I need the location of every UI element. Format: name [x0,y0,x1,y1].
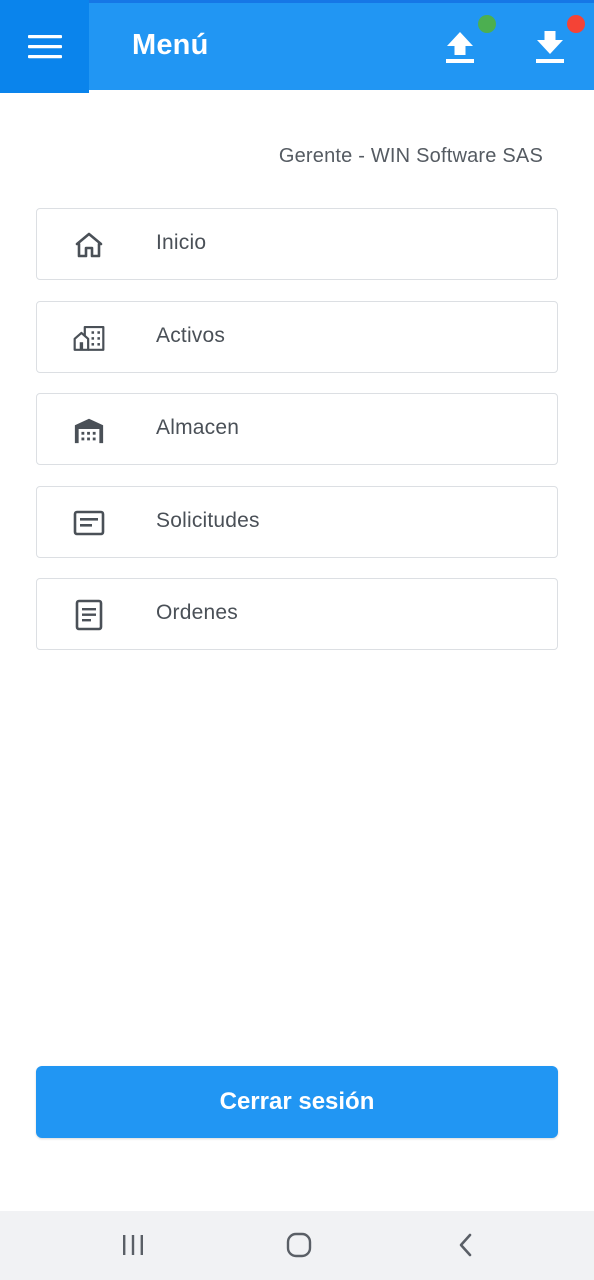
page-title: Menú [132,29,209,61]
upload-status-indicator [478,15,496,33]
menu-button[interactable] [0,0,89,93]
upload-button[interactable] [434,21,486,73]
warehouse-icon [73,414,105,446]
message-icon [73,507,105,539]
logout-button[interactable]: Cerrar sesión [36,1066,558,1138]
home-icon [73,229,105,261]
recents-button[interactable] [111,1225,155,1265]
system-nav-bar [0,1211,594,1280]
menu-item-label: Activos [156,323,226,347]
menu-item-label: Solicitudes [156,508,260,532]
home-circle-icon [286,1232,312,1258]
menu-item-label: Inicio [156,231,207,254]
download-icon [536,31,564,63]
home-nav-button[interactable] [277,1225,321,1265]
back-chevron-icon [459,1233,472,1257]
recents-icon [123,1235,143,1255]
hamburger-menu-icon [27,34,62,58]
user-role-label: Gerente - WIN Software SAS [278,145,543,167]
buildings-icon [73,322,105,354]
app-bar: Menú [0,0,594,93]
menu-item-activos[interactable]: Activos [36,300,558,373]
document-icon [73,599,105,631]
back-nav-button[interactable] [444,1225,488,1265]
upload-icon [446,32,474,63]
download-status-indicator [567,15,585,33]
menu-item-label: Ordenes [156,601,238,624]
menu-item-inicio[interactable]: Inicio [36,208,558,280]
menu-item-ordenes[interactable]: Ordenes [36,578,558,650]
menu-item-solicitudes[interactable]: Solicitudes [36,485,558,558]
menu-list: Inicio Activos Almacen Solicitudes Orden… [36,208,558,671]
menu-item-almacen[interactable]: Almacen [36,393,558,465]
menu-item-label: Almacen [156,416,240,439]
